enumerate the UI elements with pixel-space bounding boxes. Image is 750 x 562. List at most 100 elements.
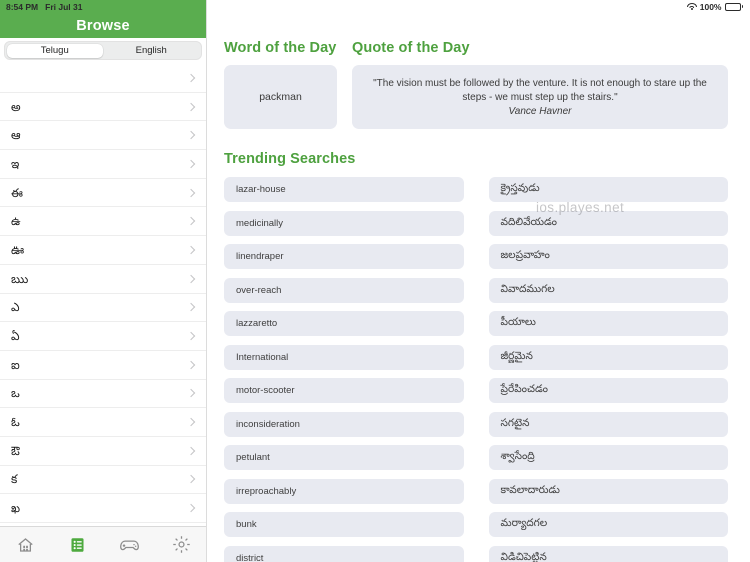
trending-searches-heading: Trending Searches xyxy=(224,151,356,167)
trending-item[interactable]: irreproachably xyxy=(224,478,464,504)
chevron-right-icon xyxy=(186,446,196,456)
word-of-the-day-heading: Word of the Day xyxy=(224,40,337,56)
browse-list-icon xyxy=(69,536,86,554)
trending-item[interactable]: జీర్ణమైన xyxy=(488,344,728,370)
letter-row[interactable]: ఓ xyxy=(0,408,206,437)
trending-item[interactable]: శ్వాసేంద్రి xyxy=(488,445,728,470)
letter-row[interactable]: ఋ xyxy=(0,264,206,294)
language-segmented-control[interactable]: Telugu English xyxy=(4,41,202,60)
trending-item[interactable]: పీయాలు xyxy=(488,311,728,336)
trending-item[interactable]: over-reach xyxy=(224,277,464,303)
trending-item[interactable]: inconsideration xyxy=(224,411,464,437)
tab-settings[interactable] xyxy=(164,532,198,558)
home-icon xyxy=(16,536,35,554)
trending-item[interactable]: క్రైస్తవుడు xyxy=(488,177,728,202)
letter-label: ఎ xyxy=(11,300,20,315)
chevron-right-icon xyxy=(186,331,196,341)
chevron-right-icon xyxy=(186,245,196,255)
trending-item[interactable]: మర్యాదగల xyxy=(488,512,728,537)
letter-row[interactable]: ఒ xyxy=(0,379,206,409)
app-root: 8:54 PM Fri Jul 31 100% Browse Telugu En… xyxy=(0,0,750,562)
letter-label: ఏ xyxy=(11,329,20,344)
trending-item[interactable]: సగటైన xyxy=(488,411,728,437)
trending-item[interactable]: విడిచిపెట్టిన xyxy=(488,545,728,562)
game-controller-icon xyxy=(119,537,140,553)
chevron-right-icon xyxy=(186,389,196,398)
trending-item[interactable]: lazzaretto xyxy=(224,311,464,336)
quote-of-the-day-heading: Quote of the Day xyxy=(352,40,470,56)
trending-item[interactable]: జలప్రవాహం xyxy=(488,244,728,269)
quote-author: Vance Havner xyxy=(508,106,572,117)
letter-row[interactable]: ఖ xyxy=(0,494,206,523)
tab-telugu[interactable]: Telugu xyxy=(6,43,103,58)
wifi-icon xyxy=(686,3,697,11)
trending-item[interactable]: ప్రేరేపించడం xyxy=(488,378,728,403)
chevron-right-icon xyxy=(186,102,196,111)
trending-item[interactable]: కావలాదారుడు xyxy=(488,478,728,504)
chevron-right-icon xyxy=(186,303,196,312)
trending-item[interactable]: వదిలివేయడం xyxy=(488,210,728,236)
trending-item[interactable]: petulant xyxy=(224,445,464,470)
status-time: 8:54 PM xyxy=(6,1,39,12)
language-segmented-wrap: Telugu English xyxy=(0,38,206,64)
trending-item[interactable]: వివాదముగల xyxy=(488,277,728,303)
word-of-the-day-value: packman xyxy=(259,91,302,103)
tab-browse[interactable] xyxy=(61,532,95,558)
letter-row[interactable]: క xyxy=(0,465,206,495)
chevron-right-icon xyxy=(186,274,196,283)
tab-games[interactable] xyxy=(112,532,146,558)
quote-text: "The vision must be followed by the vent… xyxy=(373,78,707,103)
letter-label: ఖ xyxy=(11,501,21,516)
trending-item[interactable]: district xyxy=(224,545,464,562)
chevron-right-icon xyxy=(186,475,196,484)
letter-row[interactable]: ఐ xyxy=(0,350,206,380)
status-bar-left: 8:54 PM Fri Jul 31 xyxy=(0,2,82,12)
trending-item[interactable]: lazar-house xyxy=(224,177,464,202)
chevron-right-icon xyxy=(186,417,196,427)
letter-label: ఓ xyxy=(11,415,20,430)
main-content: Word of the Day packman Quote of the Day… xyxy=(207,0,750,562)
trending-item[interactable]: linendraper xyxy=(224,244,464,269)
letter-label: ఇ xyxy=(11,156,20,171)
battery-percent-label: 100% xyxy=(699,1,722,12)
letter-row[interactable]: ఔ xyxy=(0,436,206,466)
chevron-right-icon xyxy=(186,188,196,197)
chevron-right-icon xyxy=(186,159,196,169)
word-of-the-day-section: Word of the Day packman xyxy=(224,40,337,129)
battery-full-icon xyxy=(724,2,743,11)
page-title: Browse xyxy=(76,18,130,34)
chevron-right-icon xyxy=(186,217,196,226)
letter-label: ఐ xyxy=(11,357,20,372)
trending-searches-grid: lazar-house medicinally linendraper over-re… xyxy=(207,167,750,562)
letter-row[interactable]: అ xyxy=(0,92,206,122)
trending-item[interactable]: International xyxy=(224,344,464,370)
status-date: Fri Jul 31 xyxy=(45,1,83,12)
letter-row[interactable]: ఆ xyxy=(0,121,206,151)
trending-item[interactable]: bunk xyxy=(224,512,464,537)
letter-label: క xyxy=(11,472,18,487)
chevron-right-icon xyxy=(186,503,196,513)
quote-of-the-day-card: "The vision must be followed by the vent… xyxy=(352,65,728,129)
trending-item[interactable]: motor-scooter xyxy=(224,378,464,403)
letter-row[interactable]: ఉ xyxy=(0,207,206,237)
letter-label: ఉ xyxy=(11,214,21,229)
letter-row-blank[interactable] xyxy=(0,64,206,93)
sidebar: Browse Telugu English అఆఇఈఉఊఋఎఏఐఒఓఔకఖగ xyxy=(0,0,207,562)
trending-column-telugu: క్రైస్తవుడు వదిలివేయడం జలప్రవాహం వివాదముగల ప… xyxy=(488,177,728,562)
letter-label: ఆ xyxy=(11,128,21,143)
word-of-the-day-card[interactable]: packman xyxy=(224,65,337,129)
trending-column-english: lazar-house medicinally linendraper over-re… xyxy=(224,177,464,562)
trending-item[interactable]: medicinally xyxy=(224,210,464,236)
letter-row[interactable]: ఇ xyxy=(0,150,206,179)
tab-home[interactable] xyxy=(9,532,43,558)
tab-english[interactable]: English xyxy=(103,44,200,58)
letter-label: అ xyxy=(11,99,21,114)
letter-row[interactable]: ఈ xyxy=(0,178,206,208)
quote-of-the-day-section: Quote of the Day "The vision must be fol… xyxy=(352,40,728,129)
letter-row[interactable]: ఊ xyxy=(0,236,206,265)
status-bar: 8:54 PM Fri Jul 31 100% xyxy=(0,0,750,13)
letter-row[interactable]: ఎ xyxy=(0,293,206,323)
bottom-tab-bar xyxy=(0,526,206,562)
letter-row[interactable]: ఏ xyxy=(0,322,206,351)
chevron-right-icon xyxy=(186,130,196,140)
